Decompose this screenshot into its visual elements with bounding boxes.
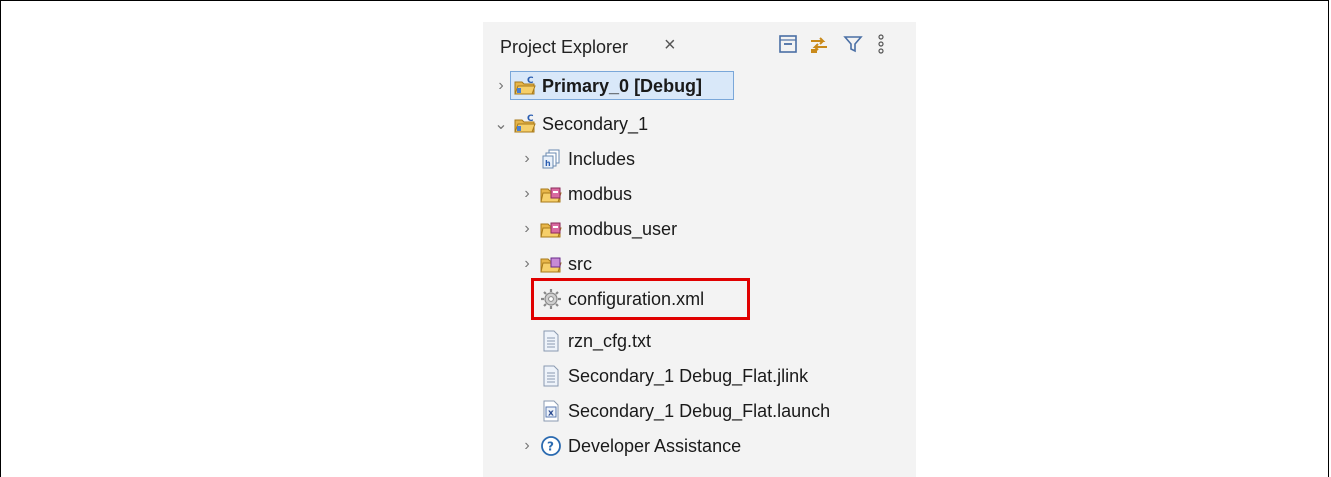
text-file-icon	[540, 330, 562, 352]
chevron-right-icon[interactable]: ›	[520, 255, 534, 273]
c-project-icon: C	[514, 113, 536, 135]
tree-item-configuration[interactable]: configuration.xml	[540, 284, 704, 314]
tree-item-modbus-user[interactable]: › modbus_user	[520, 214, 677, 244]
chevron-right-icon[interactable]: ›	[520, 185, 534, 203]
chevron-right-icon[interactable]: ›	[520, 150, 534, 168]
chevron-right-icon[interactable]: ›	[494, 77, 508, 95]
tree-item-label: Primary_0 [Debug]	[542, 75, 703, 96]
tree-item-label: Secondary_1 Debug_Flat.launch	[568, 400, 831, 421]
gear-file-icon	[540, 288, 562, 310]
collapse-all-icon[interactable]	[777, 33, 799, 55]
tree-item-rzn-cfg[interactable]: rzn_cfg.txt	[540, 326, 651, 356]
includes-icon: h	[540, 148, 562, 170]
tree-item-developer-assistance[interactable]: › ? Developer Assistance	[520, 431, 741, 461]
tree-item-label: Secondary_1	[542, 113, 649, 134]
tree-item-includes[interactable]: › h Includes	[520, 144, 635, 174]
svg-text:?: ?	[547, 440, 554, 454]
svg-text:x: x	[548, 409, 554, 419]
chevron-right-icon[interactable]: ›	[520, 220, 534, 238]
tree-item-launch[interactable]: x Secondary_1 Debug_Flat.launch	[540, 396, 830, 426]
filter-icon[interactable]	[842, 33, 864, 55]
svg-text:C: C	[527, 76, 534, 86]
svg-text:h: h	[545, 159, 551, 168]
svg-text:C: C	[527, 114, 534, 124]
text-file-icon	[540, 365, 562, 387]
tree-item-jlink[interactable]: Secondary_1 Debug_Flat.jlink	[540, 361, 808, 391]
tree-item-label: src	[568, 253, 592, 274]
chevron-down-icon[interactable]: ⌄	[494, 114, 508, 134]
tree-item-label: modbus_user	[568, 218, 678, 239]
tree-item-label: Developer Assistance	[568, 435, 742, 456]
tree-item-src[interactable]: › src	[520, 249, 592, 279]
chevron-right-icon[interactable]: ›	[520, 437, 534, 455]
source-folder-icon	[540, 253, 562, 275]
source-folder-icon	[540, 218, 562, 240]
source-folder-icon	[540, 183, 562, 205]
link-with-editor-icon[interactable]	[808, 33, 830, 55]
tree-item-modbus[interactable]: › modbus	[520, 179, 632, 209]
launch-file-icon: x	[540, 400, 562, 422]
view-menu-icon[interactable]	[875, 33, 887, 55]
c-project-icon: C	[514, 75, 536, 97]
project-explorer-tab[interactable]: Project Explorer	[500, 37, 628, 58]
tree-item-secondary[interactable]: ⌄ C Secondary_1	[494, 109, 648, 139]
close-icon[interactable]: ×	[664, 34, 676, 57]
tree-item-primary[interactable]: › C Primary_0 [Debug]	[494, 71, 702, 101]
tree-item-label: rzn_cfg.txt	[568, 330, 652, 351]
help-icon: ?	[540, 435, 562, 457]
tree-item-label: configuration.xml	[568, 288, 705, 309]
tree-item-label: modbus	[568, 183, 633, 204]
tree-item-label: Includes	[568, 148, 636, 169]
tree-item-label: Secondary_1 Debug_Flat.jlink	[568, 365, 809, 386]
